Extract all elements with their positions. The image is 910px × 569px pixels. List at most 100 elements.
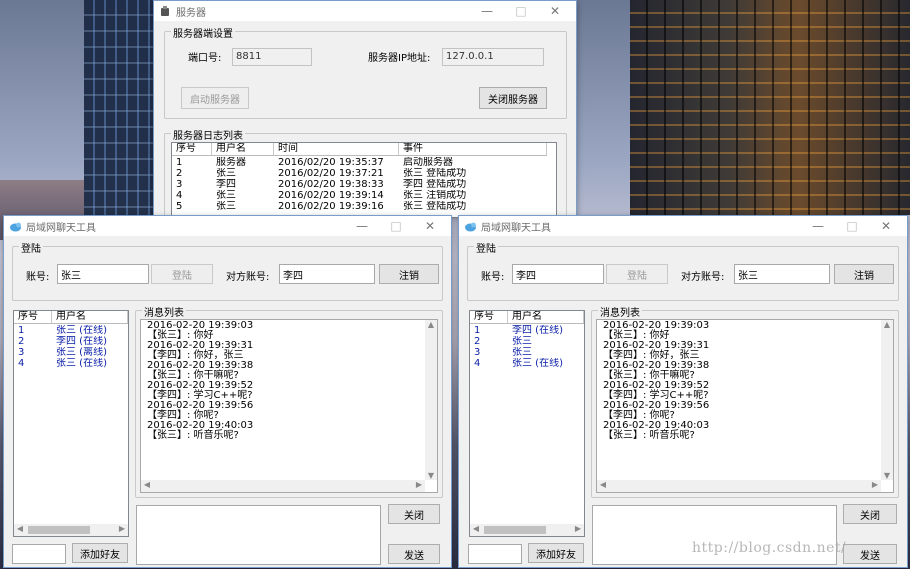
cell-username: 张三 xyxy=(216,190,236,201)
add-friend-button[interactable]: 添加好友 xyxy=(72,543,128,563)
table-row[interactable]: 4 张三 2016/02/20 19:39:14 张三 注销成功 xyxy=(172,190,547,201)
scroll-left-icon[interactable]: ◀ xyxy=(141,480,153,489)
maximize-icon[interactable]: □ xyxy=(835,216,869,236)
close-icon[interactable]: ✕ xyxy=(538,1,572,21)
col-index[interactable]: 序号 xyxy=(172,143,212,155)
user-list[interactable]: 序号 用户名 1 李四 (在线) 2 张三 3 张三 4 张三 (在线) ◀ ▶ xyxy=(469,310,585,537)
user-name: 张三 xyxy=(512,347,532,358)
server-settings-group: 服务器端设置 端口号: 8811 服务器IP地址: 127.0.0.1 启动服务… xyxy=(164,25,567,119)
user-index: 2 xyxy=(18,336,25,347)
message-input[interactable] xyxy=(136,505,381,565)
message-vscroll[interactable]: ▲ ▼ xyxy=(881,320,893,480)
message-line: 【张三】: 听音乐呢? xyxy=(147,430,239,441)
scroll-left-icon[interactable]: ◀ xyxy=(470,524,482,533)
cell-time: 2016/02/20 19:39:14 xyxy=(278,190,384,201)
messages-label: 消息列表 xyxy=(598,304,642,319)
scroll-down-icon[interactable]: ▼ xyxy=(881,471,893,480)
col-time[interactable]: 时间 xyxy=(274,143,399,155)
login-button[interactable]: 登陆 xyxy=(606,264,668,284)
table-row[interactable]: 1 服务器 2016/02/20 19:35:37 启动服务器 xyxy=(172,157,547,168)
scroll-left-icon[interactable]: ◀ xyxy=(14,524,26,533)
list-item[interactable]: 3 张三 xyxy=(470,347,584,358)
server-titlebar[interactable]: 服务器 — □ ✕ xyxy=(154,1,576,21)
account-input[interactable]: 张三 xyxy=(57,264,149,284)
table-row[interactable]: 5 张三 2016/02/20 19:39:16 张三 登陆成功 xyxy=(172,201,547,212)
user-index: 1 xyxy=(18,325,25,336)
peer-account-input[interactable]: 张三 xyxy=(734,264,830,284)
scroll-up-icon[interactable]: ▲ xyxy=(425,320,437,329)
login-button[interactable]: 登陆 xyxy=(151,264,213,284)
minimize-icon[interactable]: — xyxy=(345,216,379,236)
table-row[interactable]: 3 李四 2016/02/20 19:38:33 李四 登陆成功 xyxy=(172,179,547,190)
add-friend-input[interactable] xyxy=(468,544,522,564)
ip-label: 服务器IP地址: xyxy=(368,53,431,64)
col-username[interactable]: 用户名 xyxy=(52,311,128,323)
user-name: 张三 (离线) xyxy=(56,347,107,358)
send-button[interactable]: 发送 xyxy=(843,544,897,564)
table-row[interactable]: 2 张三 2016/02/20 19:37:21 张三 登陆成功 xyxy=(172,168,547,179)
list-item[interactable]: 3 张三 (离线) xyxy=(14,347,128,358)
scroll-right-icon[interactable]: ▶ xyxy=(572,524,584,533)
user-index: 4 xyxy=(18,358,25,369)
stop-server-button[interactable]: 关闭服务器 xyxy=(479,87,547,109)
cell-username: 服务器 xyxy=(216,157,246,168)
ip-field[interactable]: 127.0.0.1 xyxy=(442,48,544,66)
message-hscroll[interactable]: ◀ ▶ xyxy=(597,480,881,492)
message-vscroll[interactable]: ▲ ▼ xyxy=(425,320,437,480)
close-icon[interactable]: ✕ xyxy=(413,216,447,236)
list-item[interactable]: 2 张三 xyxy=(470,336,584,347)
col-username[interactable]: 用户名 xyxy=(212,143,274,155)
close-button[interactable]: 关闭 xyxy=(388,504,440,524)
message-list[interactable]: 2016-02-20 19:39:03 【张三】: 你好 2016-02-20 … xyxy=(596,319,894,493)
col-index[interactable]: 序号 xyxy=(470,311,508,323)
minimize-icon[interactable]: — xyxy=(470,1,504,21)
user-list-hscroll[interactable]: ◀ ▶ xyxy=(470,524,584,536)
list-item[interactable]: 1 张三 (在线) xyxy=(14,325,128,336)
start-server-button[interactable]: 启动服务器 xyxy=(181,87,249,109)
scroll-down-icon[interactable]: ▼ xyxy=(425,471,437,480)
col-username[interactable]: 用户名 xyxy=(508,311,584,323)
col-event[interactable]: 事件 xyxy=(399,143,547,155)
account-label: 账号: xyxy=(26,272,50,283)
message-list[interactable]: 2016-02-20 19:39:03 【张三】: 你好 2016-02-20 … xyxy=(140,319,438,493)
scroll-thumb[interactable] xyxy=(484,526,546,534)
user-list-hscroll[interactable]: ◀ ▶ xyxy=(14,524,128,536)
add-friend-button[interactable]: 添加好友 xyxy=(528,543,584,563)
close-button[interactable]: 关闭 xyxy=(843,504,897,524)
minimize-icon[interactable]: — xyxy=(801,216,835,236)
background-building-left xyxy=(84,0,154,215)
server-settings-label: 服务器端设置 xyxy=(171,25,235,40)
col-index[interactable]: 序号 xyxy=(14,311,52,323)
port-field[interactable]: 8811 xyxy=(232,48,312,66)
maximize-icon[interactable]: □ xyxy=(504,1,538,21)
message-line: 【张三】: 听音乐呢? xyxy=(603,430,695,441)
logout-button[interactable]: 注销 xyxy=(379,264,439,284)
send-button[interactable]: 发送 xyxy=(388,544,440,564)
user-list[interactable]: 序号 用户名 1 张三 (在线) 2 李四 (在线) 3 张三 (离线) 4 张… xyxy=(13,310,129,537)
chat-right-titlebar[interactable]: 局域网聊天工具 — □ ✕ xyxy=(459,216,907,236)
peer-account-input[interactable]: 李四 xyxy=(279,264,375,284)
scroll-right-icon[interactable]: ▶ xyxy=(116,524,128,533)
add-friend-input[interactable] xyxy=(12,544,66,564)
scroll-right-icon[interactable]: ▶ xyxy=(869,480,881,489)
server-log-list[interactable]: 序号 用户名 时间 事件 1 服务器 2016/02/20 19:35:37 启… xyxy=(171,142,557,218)
list-item[interactable]: 4 张三 (在线) xyxy=(14,358,128,369)
cell-username: 张三 xyxy=(216,168,236,179)
scroll-left-icon[interactable]: ◀ xyxy=(597,480,609,489)
scroll-right-icon[interactable]: ▶ xyxy=(413,480,425,489)
list-item[interactable]: 1 李四 (在线) xyxy=(470,325,584,336)
message-hscroll[interactable]: ◀ ▶ xyxy=(141,480,425,492)
list-item[interactable]: 4 张三 (在线) xyxy=(470,358,584,369)
chat-left-titlebar[interactable]: 局域网聊天工具 — □ ✕ xyxy=(4,216,451,236)
scroll-thumb[interactable] xyxy=(28,526,90,534)
account-input[interactable]: 李四 xyxy=(512,264,604,284)
logout-button[interactable]: 注销 xyxy=(834,264,894,284)
message-input[interactable] xyxy=(592,505,837,565)
close-icon[interactable]: ✕ xyxy=(869,216,903,236)
scroll-up-icon[interactable]: ▲ xyxy=(881,320,893,329)
user-index: 2 xyxy=(474,336,481,347)
list-item[interactable]: 2 李四 (在线) xyxy=(14,336,128,347)
server-log-label: 服务器日志列表 xyxy=(171,127,245,142)
user-list-header: 序号 用户名 xyxy=(470,311,584,324)
maximize-icon[interactable]: □ xyxy=(379,216,413,236)
